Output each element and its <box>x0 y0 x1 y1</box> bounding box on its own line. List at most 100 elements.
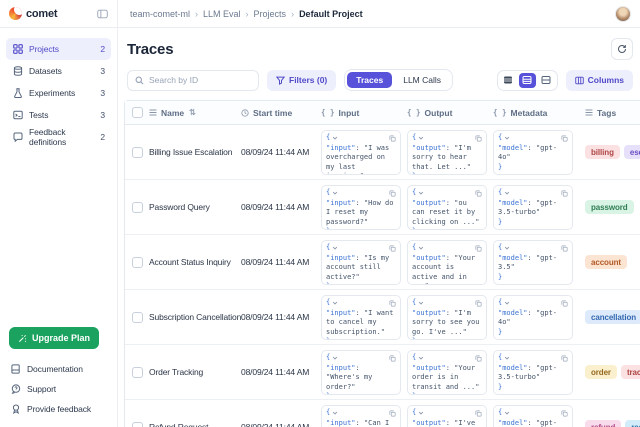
output-cell[interactable]: { "output": "Your order is in transit an… <box>407 350 487 395</box>
copy-icon[interactable] <box>561 190 568 197</box>
chevron-down-icon[interactable] <box>332 245 338 251</box>
copy-icon[interactable] <box>561 300 568 307</box>
sidebar-item-projects[interactable]: Projects 2 <box>6 38 111 60</box>
table-row[interactable]: Password Query 08/09/24 11:44 AM { "inpu… <box>125 180 640 235</box>
row-checkbox[interactable] <box>132 422 143 427</box>
chevron-down-icon[interactable] <box>332 410 338 416</box>
tag-chip[interactable]: tracking <box>621 365 640 379</box>
refresh-button[interactable] <box>611 38 633 60</box>
column-header-metadata[interactable]: { } Metadata <box>493 108 579 118</box>
copy-icon[interactable] <box>389 355 396 362</box>
metadata-cell[interactable]: { "model": "gpt-3.5-turbo" } <box>493 350 573 395</box>
comet-logo[interactable]: comet <box>9 7 57 20</box>
table-row[interactable]: Order Tracking 08/09/24 11:44 AM { "inpu… <box>125 345 640 400</box>
chevron-down-icon[interactable] <box>418 135 424 141</box>
chevron-down-icon[interactable] <box>332 355 338 361</box>
sidebar-item-tests[interactable]: Tests 3 <box>6 104 111 126</box>
input-cell[interactable]: { "input": "Is my account still active?"… <box>321 240 401 285</box>
copy-icon[interactable] <box>475 410 482 417</box>
tag-chip[interactable]: refund <box>585 420 621 427</box>
copy-icon[interactable] <box>561 355 568 362</box>
row-checkbox[interactable] <box>132 367 143 378</box>
chevron-down-icon[interactable] <box>504 355 510 361</box>
chevron-down-icon[interactable] <box>504 300 510 306</box>
tag-chip[interactable]: cancellation <box>585 310 640 324</box>
density-medium-button[interactable] <box>519 73 536 88</box>
chevron-down-icon[interactable] <box>418 300 424 306</box>
copy-icon[interactable] <box>475 300 482 307</box>
trace-name[interactable]: Order Tracking <box>149 367 241 377</box>
search-box[interactable] <box>127 70 259 91</box>
input-cell[interactable]: { "input": "I want to cancel my subscrip… <box>321 295 401 340</box>
tag-chip[interactable]: account <box>585 255 627 269</box>
output-cell[interactable]: { "output": "Your account is active and … <box>407 240 487 285</box>
metadata-cell[interactable]: { "model": "gpt-4o" } <box>493 295 573 340</box>
chevron-down-icon[interactable] <box>418 190 424 196</box>
chevron-down-icon[interactable] <box>504 190 510 196</box>
copy-icon[interactable] <box>389 410 396 417</box>
chevron-down-icon[interactable] <box>418 410 424 416</box>
row-checkbox[interactable] <box>132 312 143 323</box>
output-cell[interactable]: { "output": "ou can reset it by clicking… <box>407 185 487 230</box>
sort-icon[interactable]: ⇅ <box>189 108 196 117</box>
copy-icon[interactable] <box>561 135 568 142</box>
sidebar-item-experiments[interactable]: Experiments 3 <box>6 82 111 104</box>
chevron-down-icon[interactable] <box>418 355 424 361</box>
tag-chip[interactable]: billing <box>585 145 620 159</box>
filters-button[interactable]: Filters (0) <box>267 70 336 91</box>
trace-name[interactable]: Billing Issue Escalation <box>149 147 241 157</box>
chevron-down-icon[interactable] <box>418 245 424 251</box>
chevron-down-icon[interactable] <box>332 300 338 306</box>
breadcrumb-workspace[interactable]: team-comet-ml <box>130 9 190 19</box>
columns-button[interactable]: Columns <box>566 70 633 91</box>
copy-icon[interactable] <box>389 245 396 252</box>
user-avatar[interactable] <box>615 6 631 22</box>
column-header-name[interactable]: Name ⇅ <box>149 108 241 118</box>
column-header-input[interactable]: { } Input <box>321 108 407 118</box>
copy-icon[interactable] <box>475 135 482 142</box>
chevron-down-icon[interactable] <box>332 135 338 141</box>
density-compact-button[interactable] <box>500 73 517 88</box>
copy-icon[interactable] <box>475 245 482 252</box>
chevron-down-icon[interactable] <box>504 410 510 416</box>
column-header-output[interactable]: { } Output <box>407 108 493 118</box>
copy-icon[interactable] <box>389 300 396 307</box>
chevron-down-icon[interactable] <box>504 135 510 141</box>
breadcrumb-llm-eval[interactable]: LLM Eval <box>203 9 241 19</box>
row-checkbox[interactable] <box>132 257 143 268</box>
copy-icon[interactable] <box>389 190 396 197</box>
row-checkbox[interactable] <box>132 202 143 213</box>
metadata-cell[interactable]: { "model": "gpt-3.5-turbo" } <box>493 185 573 230</box>
table-row[interactable]: Refund Request 08/09/24 11:44 AM { "inpu… <box>125 400 640 427</box>
input-cell[interactable]: { "input": "Can I get a refund for my la… <box>321 405 401 427</box>
row-checkbox[interactable] <box>132 147 143 158</box>
copy-icon[interactable] <box>561 245 568 252</box>
chevron-down-icon[interactable] <box>504 245 510 251</box>
sidebar-item-feedback-definitions[interactable]: Feedback definitions 2 <box>6 126 111 148</box>
tab-traces[interactable]: Traces <box>347 72 392 88</box>
metadata-cell[interactable]: { "model": "gpt-4o" } <box>493 130 573 175</box>
copy-icon[interactable] <box>561 410 568 417</box>
select-all-checkbox[interactable] <box>132 107 143 118</box>
column-header-start-time[interactable]: Start time <box>241 108 321 118</box>
upgrade-plan-button[interactable]: Upgrade Plan <box>9 327 99 349</box>
tag-chip[interactable]: password <box>585 200 634 214</box>
sidebar-item-datasets[interactable]: Datasets 3 <box>6 60 111 82</box>
tab-llm-calls[interactable]: LLM Calls <box>394 72 450 88</box>
tag-chip[interactable]: order <box>585 365 617 379</box>
tag-chip[interactable]: request <box>625 420 640 427</box>
copy-icon[interactable] <box>475 355 482 362</box>
input-cell[interactable]: { "input": "Where's my order?" } <box>321 350 401 395</box>
output-cell[interactable]: { "output": "I've submitted your refund … <box>407 405 487 427</box>
sidebar-item-support[interactable]: Support <box>6 379 111 399</box>
chevron-down-icon[interactable] <box>332 190 338 196</box>
search-input[interactable] <box>149 75 251 85</box>
metadata-cell[interactable]: { "model": "gpt-3.5" } <box>493 240 573 285</box>
sidebar-toggle-icon[interactable] <box>97 9 108 19</box>
metadata-cell[interactable]: { "model": "gpt-3.5" } <box>493 405 573 427</box>
table-row[interactable]: Subscription Cancellation 08/09/24 11:44… <box>125 290 640 345</box>
input-cell[interactable]: { "input": "I was overcharged on my last… <box>321 130 401 175</box>
output-cell[interactable]: { "output": "I'm sorry to hear that. Let… <box>407 130 487 175</box>
breadcrumb-projects[interactable]: Projects <box>254 9 287 19</box>
table-row[interactable]: Account Status Inquiry 08/09/24 11:44 AM… <box>125 235 640 290</box>
